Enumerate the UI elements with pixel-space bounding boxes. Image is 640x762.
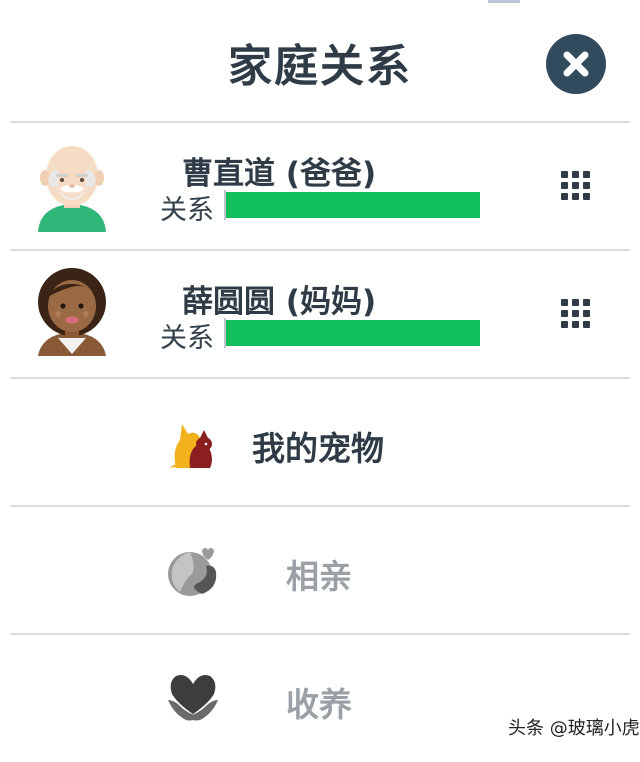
menu-label: 相亲 <box>286 557 352 596</box>
dog-icon <box>166 416 220 470</box>
menu-item-matchmaking[interactable]: 相亲 <box>0 508 640 634</box>
menu-label: 我的宠物 <box>252 429 384 468</box>
member-name: 曹直道 (爸爸) <box>182 156 377 192</box>
watermark: 头条 @玻璃小虎 <box>508 718 640 739</box>
relation-label: 关系 <box>160 195 214 226</box>
family-member-row[interactable]: 薛圆圆 (妈妈) 关系 <box>0 252 640 378</box>
page-title: 家庭关系 <box>228 41 412 92</box>
drag-handle-icon[interactable] <box>560 170 592 202</box>
dialog-header: 家庭关系 <box>0 0 640 122</box>
member-name: 薛圆圆 (妈妈) <box>182 284 377 320</box>
family-member-row[interactable]: 曹直道 (爸爸) 关系 <box>0 124 640 250</box>
close-button[interactable] <box>546 34 606 94</box>
relation-label: 关系 <box>160 323 214 354</box>
avatar-woman <box>34 268 110 360</box>
divider <box>10 505 630 507</box>
close-icon <box>563 51 589 77</box>
relation-level-bar <box>226 192 480 218</box>
couple-heart-icon <box>166 544 220 598</box>
menu-item-pets[interactable]: 我的宠物 <box>0 380 640 506</box>
divider <box>10 121 630 123</box>
avatar-old-man <box>34 140 110 232</box>
menu-item-adoption[interactable]: 收养 <box>0 636 640 762</box>
divider <box>10 377 630 379</box>
relation-level-bar <box>226 320 480 346</box>
menu-label: 收养 <box>286 685 352 724</box>
divider <box>10 633 630 635</box>
drag-handle-icon[interactable] <box>560 298 592 330</box>
hands-heart-icon <box>166 670 220 724</box>
divider <box>10 249 630 251</box>
